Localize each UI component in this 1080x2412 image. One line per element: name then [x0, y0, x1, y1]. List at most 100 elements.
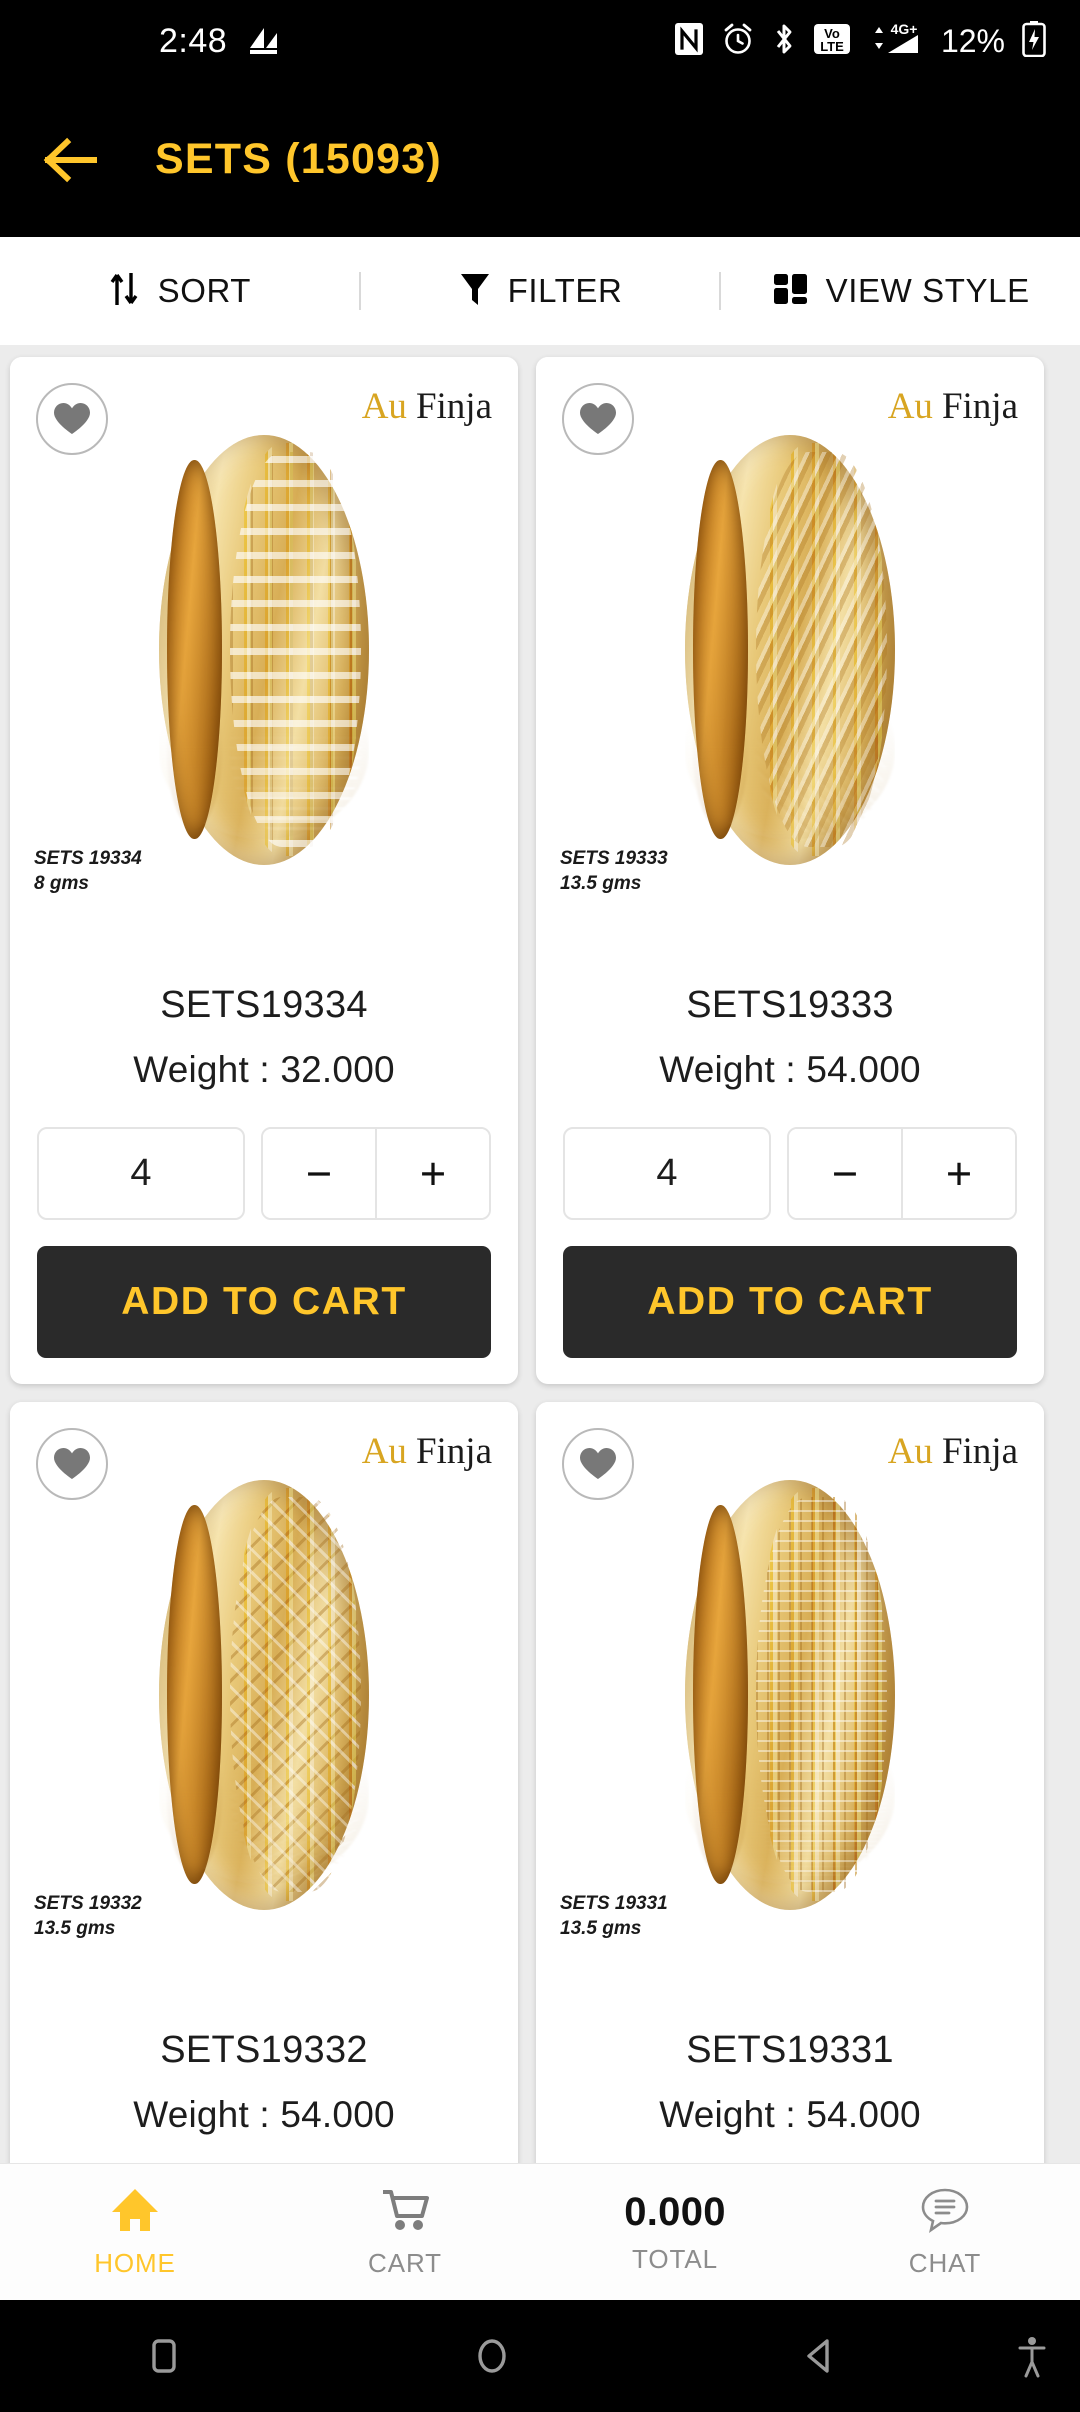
quantity-row: 4 − + — [10, 1127, 518, 1220]
nav-label-home: HOME — [94, 2247, 176, 2278]
product-code: SETS19334 — [160, 984, 368, 1026]
nav-label-cart: CART — [368, 2247, 442, 2278]
image-sku-weight: 13.5 gms — [34, 1918, 116, 1940]
brand-finja-text: Finja — [941, 386, 1018, 427]
screenshot-icon — [247, 24, 281, 59]
brand-logo: Au Finja — [888, 1430, 1018, 1473]
quantity-increment-button[interactable]: + — [377, 1129, 489, 1218]
heart-icon — [54, 1448, 90, 1479]
brand-finja-text: Finja — [415, 386, 492, 427]
product-card[interactable]: Au Finja SETS 19331 13.5 gms SETS19331 W… — [536, 1402, 1044, 2219]
favorite-button[interactable] — [562, 1428, 634, 1500]
view-style-label: VIEW STYLE — [825, 272, 1030, 309]
funnel-icon — [458, 269, 492, 314]
page-title: SETS (15093) — [155, 135, 442, 183]
svg-text:4G+: 4G+ — [891, 21, 918, 37]
product-image-area[interactable]: Au Finja SETS 19331 13.5 gms — [536, 1402, 1044, 2027]
status-bar-system-icons: Vo LTE 4G+ 12% — [674, 20, 1046, 62]
image-sku-weight: 13.5 gms — [560, 873, 642, 895]
product-weight: Weight : 54.000 — [133, 2094, 395, 2135]
filter-label: FILTER — [507, 272, 623, 309]
product-info: SETS19333 Weight : 54.000 — [536, 982, 1044, 1091]
status-bar: 2:48 Vo LTE 4G+ 12% — [0, 0, 1080, 82]
android-navigation-bar — [0, 2300, 1080, 2412]
nav-item-chat[interactable]: CHAT — [810, 2164, 1080, 2300]
image-sku-code: SETS 19331 — [560, 1892, 668, 1914]
image-sku-overlay: SETS 19332 13.5 gms — [34, 1891, 142, 1942]
list-toolbar: SORT FILTER VIEW STYLE — [0, 237, 1080, 345]
filter-button[interactable]: FILTER — [361, 237, 720, 345]
signal-4g-plus-icon: 4G+ — [868, 21, 924, 62]
product-weight: Weight : 54.000 — [659, 1049, 921, 1090]
quantity-increment-button[interactable]: + — [903, 1129, 1015, 1218]
product-image-area[interactable]: Au Finja SETS 19333 13.5 gms — [536, 357, 1044, 982]
quantity-stepper: − + — [261, 1127, 491, 1220]
product-image — [685, 434, 895, 865]
sort-button[interactable]: SORT — [0, 237, 359, 345]
favorite-button[interactable] — [562, 383, 634, 455]
heart-icon — [580, 403, 616, 434]
image-sku-overlay: SETS 19333 13.5 gms — [560, 846, 668, 897]
sort-arrows-icon — [108, 269, 142, 314]
favorite-button[interactable] — [36, 383, 108, 455]
product-image — [685, 1479, 895, 1910]
heart-icon — [54, 403, 90, 434]
brand-au-text: Au — [887, 386, 933, 427]
add-to-cart-button[interactable]: ADD TO CART — [37, 1246, 491, 1358]
grid-layout-icon — [772, 269, 810, 314]
product-grid: Au Finja SETS 19334 8 gms SETS19334 Weig… — [0, 345, 1080, 2219]
product-card[interactable]: Au Finja SETS 19332 13.5 gms SETS19332 W… — [10, 1402, 518, 2219]
recents-square-icon[interactable] — [0, 2335, 328, 2377]
quantity-row: 4 − + — [536, 1127, 1044, 1220]
bluetooth-icon — [772, 22, 796, 61]
image-sku-weight: 8 gms — [34, 873, 89, 895]
brand-logo: Au Finja — [888, 385, 1018, 428]
app-bar: SETS (15093) — [0, 82, 1080, 237]
product-image-area[interactable]: Au Finja SETS 19334 8 gms — [10, 357, 518, 982]
back-triangle-icon[interactable] — [656, 2335, 984, 2377]
brand-au-text: Au — [361, 386, 407, 427]
product-card[interactable]: Au Finja SETS 19333 13.5 gms SETS19333 W… — [536, 357, 1044, 1384]
nav-item-home[interactable]: HOME — [0, 2164, 270, 2300]
quantity-stepper: − + — [787, 1127, 1017, 1220]
product-image-area[interactable]: Au Finja SETS 19332 13.5 gms — [10, 1402, 518, 2027]
product-info: SETS19334 Weight : 32.000 — [10, 982, 518, 1091]
brand-logo: Au Finja — [362, 385, 492, 428]
favorite-button[interactable] — [36, 1428, 108, 1500]
status-bar-clock: 2:48 — [159, 21, 228, 60]
quantity-decrement-button[interactable]: − — [263, 1129, 375, 1218]
add-to-cart-button[interactable]: ADD TO CART — [563, 1246, 1017, 1358]
brand-finja-text: Finja — [415, 1431, 492, 1472]
sort-label: SORT — [157, 272, 252, 309]
alarm-icon — [721, 22, 755, 61]
cart-icon — [379, 2186, 431, 2239]
nav-item-cart[interactable]: CART — [270, 2164, 540, 2300]
quantity-input[interactable]: 4 — [563, 1127, 771, 1220]
cart-total-value: 0.000 — [624, 2189, 726, 2234]
volte-icon: Vo LTE — [813, 22, 851, 61]
quantity-decrement-button[interactable]: − — [789, 1129, 901, 1218]
quantity-input[interactable]: 4 — [37, 1127, 245, 1220]
home-circle-icon[interactable] — [328, 2335, 656, 2377]
image-sku-code: SETS 19332 — [34, 1892, 142, 1914]
nav-label-chat: CHAT — [908, 2247, 982, 2278]
status-bar-notification-icons — [247, 24, 281, 59]
product-code: SETS19331 — [686, 2029, 894, 2071]
image-sku-overlay: SETS 19334 8 gms — [34, 846, 142, 897]
product-image — [159, 434, 369, 865]
nav-item-total[interactable]: 0.000 TOTAL — [540, 2164, 810, 2300]
back-arrow-icon[interactable] — [40, 129, 102, 191]
product-list-scroll-area[interactable]: Au Finja SETS 19334 8 gms SETS19334 Weig… — [0, 345, 1080, 2219]
product-card[interactable]: Au Finja SETS 19334 8 gms SETS19334 Weig… — [10, 357, 518, 1384]
accessibility-icon[interactable] — [984, 2334, 1080, 2378]
nfc-icon — [674, 22, 704, 61]
image-sku-code: SETS 19334 — [34, 847, 142, 869]
image-sku-weight: 13.5 gms — [560, 1918, 642, 1940]
view-style-button[interactable]: VIEW STYLE — [721, 237, 1080, 345]
brand-au-text: Au — [887, 1431, 933, 1472]
svg-text:LTE: LTE — [820, 39, 844, 54]
product-info: SETS19331 Weight : 54.000 — [536, 2027, 1044, 2136]
product-image — [159, 1479, 369, 1910]
image-sku-code: SETS 19333 — [560, 847, 668, 869]
product-code: SETS19333 — [686, 984, 894, 1026]
